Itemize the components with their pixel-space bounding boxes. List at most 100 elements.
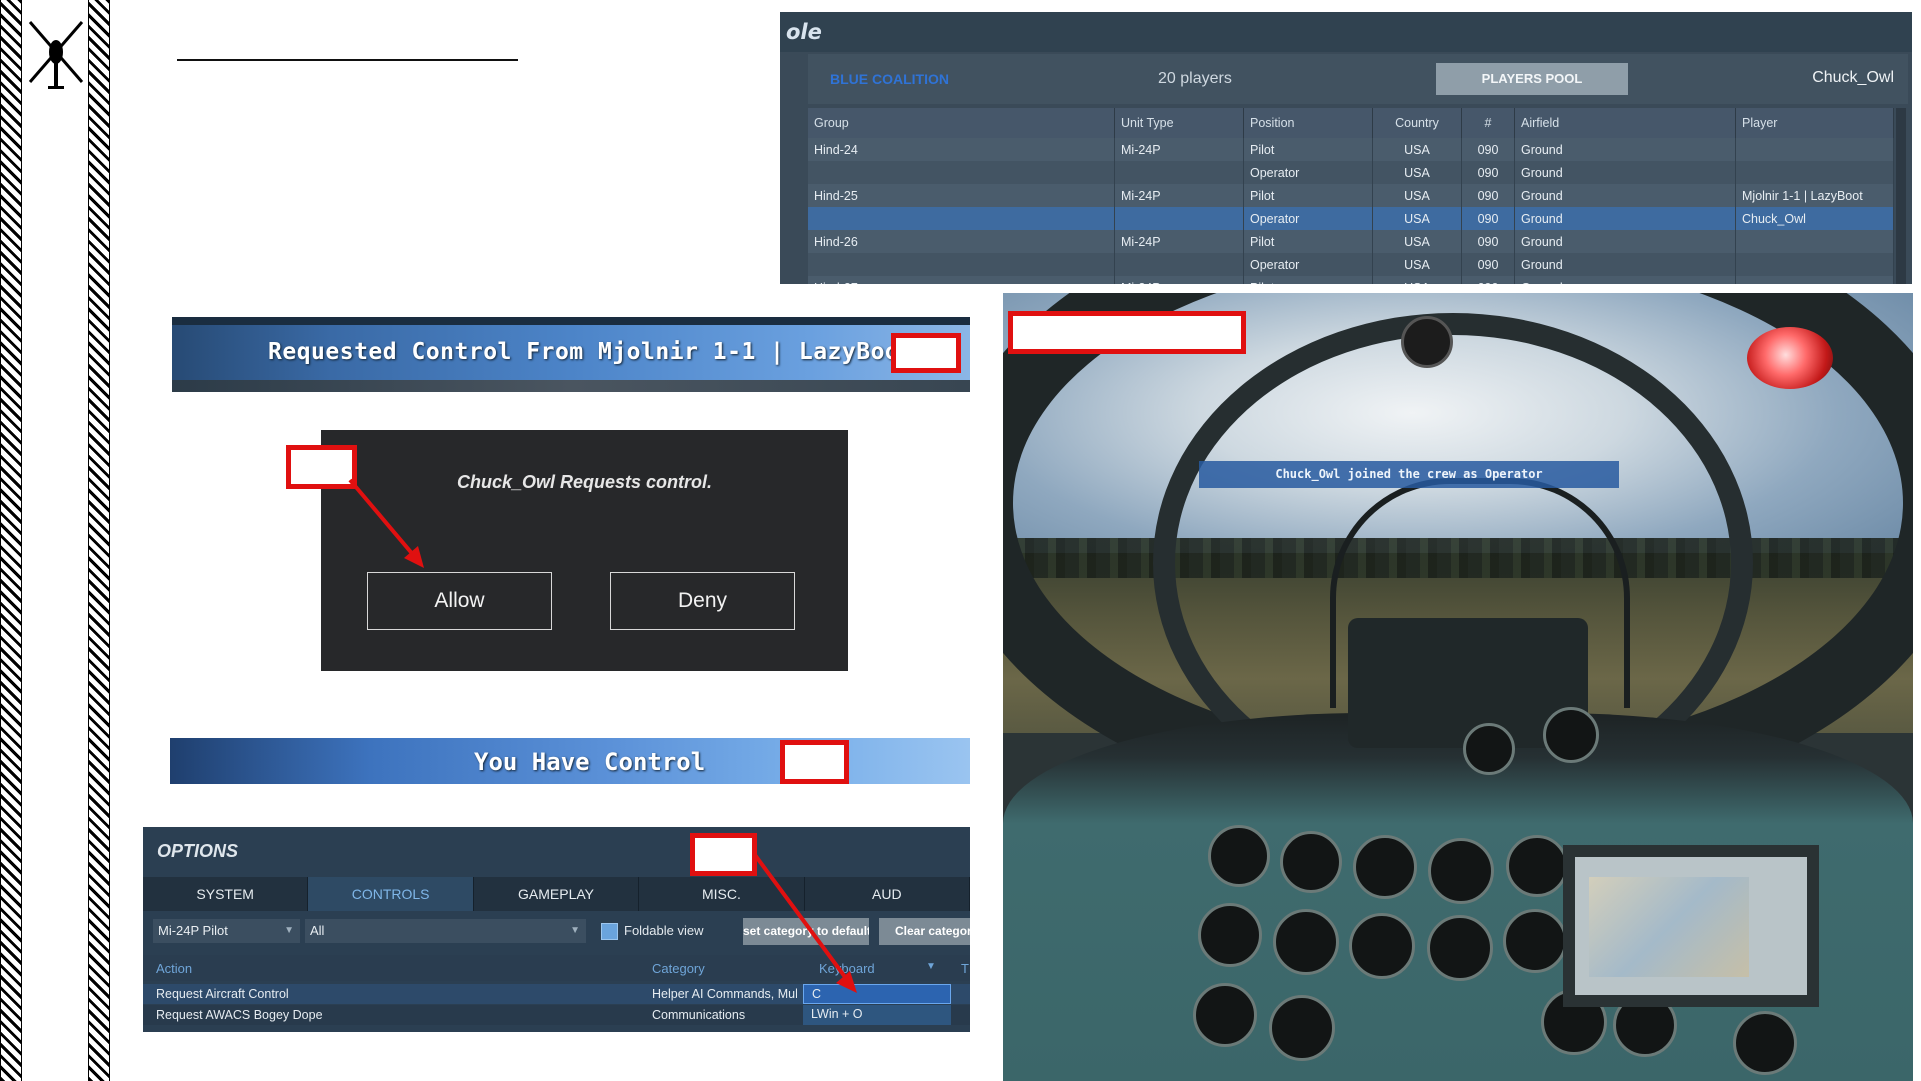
col-airfield[interactable]: Airfield: [1514, 108, 1736, 138]
compass-icon: [1401, 316, 1453, 368]
cell-unit-type: Mi-24P: [1114, 184, 1244, 207]
request-control-dialog: Chuck_Owl Requests control. Allow Deny: [321, 430, 848, 671]
table-row[interactable]: Hind-25 Mi-24P Pilot USA 090 Ground Mjol…: [808, 184, 1894, 207]
cell-unit-type: [1114, 207, 1244, 230]
cockpit-view-image: Chuck_Owl joined the crew as Operator: [1003, 293, 1913, 1081]
cell-airfield: Ground: [1514, 253, 1736, 276]
options-panel: OPTIONS SYSTEM CONTROLS GAMEPLAY MISC. A…: [143, 827, 970, 1032]
tab-controls[interactable]: CONTROLS: [308, 877, 474, 911]
binding-key-cell[interactable]: LWin + O: [803, 1005, 951, 1025]
gauge-icon: [1463, 723, 1515, 775]
binding-category: Helper AI Commands, Mul: [652, 987, 797, 1001]
sidebar-hatch-left: [0, 0, 22, 1081]
col-country[interactable]: Country: [1372, 108, 1462, 138]
allow-button[interactable]: Allow: [367, 572, 552, 630]
gauge-icon: [1503, 909, 1567, 973]
col-category[interactable]: Category: [652, 961, 705, 976]
col-number[interactable]: #: [1461, 108, 1515, 138]
request-control-text: Requested Control From Mjolnir 1-1 | Laz…: [268, 339, 914, 365]
attitude-indicator-icon: [1428, 838, 1494, 904]
tab-system[interactable]: SYSTEM: [143, 877, 309, 911]
cell-airfield: Ground: [1514, 207, 1736, 230]
cell-player: Chuck_Owl: [1735, 207, 1894, 230]
cell-group: Hind-26: [808, 230, 1115, 253]
players-pool-button[interactable]: PLAYERS POOL: [1436, 63, 1628, 95]
table-row[interactable]: Operator USA 090 Ground: [808, 161, 1894, 184]
col-action[interactable]: Action: [156, 961, 192, 976]
cell-airfield: Ground: [1514, 161, 1736, 184]
gauge-icon: [1349, 913, 1415, 979]
request-control-banner: Requested Control From Mjolnir 1-1 | Laz…: [172, 317, 970, 392]
table-row[interactable]: Hind-27 Mi-24P Pilot USA 090 Ground: [808, 276, 1894, 284]
cell-number: 090: [1461, 230, 1515, 253]
gauge-icon: [1353, 835, 1417, 899]
col-truncated[interactable]: T: [961, 961, 969, 976]
chevron-down-icon: ▼: [570, 925, 580, 936]
players-count: 20 players: [1158, 70, 1232, 87]
you-have-control-banner: You Have Control: [170, 738, 970, 784]
tab-gameplay[interactable]: GAMEPLAY: [474, 877, 640, 911]
cell-position: Pilot: [1243, 138, 1373, 161]
binding-row[interactable]: Request AWACS Bogey Dope Communications …: [143, 1005, 970, 1025]
set-category-default-button[interactable]: set category to default: [743, 918, 869, 945]
coalition-tab[interactable]: BLUE COALITION: [830, 71, 949, 87]
cell-country: USA: [1372, 161, 1462, 184]
cell-number: 090: [1461, 253, 1515, 276]
helicopter-logo-icon: [28, 21, 84, 89]
cell-unit-type: Mi-24P: [1114, 276, 1244, 284]
col-player[interactable]: Player: [1735, 108, 1894, 138]
cell-number: 090: [1461, 276, 1515, 284]
cell-group: [808, 253, 1115, 276]
deny-button[interactable]: Deny: [610, 572, 795, 630]
cell-airfield: Ground: [1514, 138, 1736, 161]
table-row[interactable]: Operator USA 090 Ground: [808, 253, 1894, 276]
tab-misc[interactable]: MISC.: [639, 877, 805, 911]
cell-airfield: Ground: [1514, 230, 1736, 253]
cell-country: USA: [1372, 184, 1462, 207]
cell-airfield: Ground: [1514, 276, 1736, 284]
bindings-header: Action Category Keyboard ▼ T: [143, 955, 970, 981]
cell-number: 090: [1461, 207, 1515, 230]
table-row[interactable]: Hind-26 Mi-24P Pilot USA 090 Ground: [808, 230, 1894, 253]
cell-country: USA: [1372, 138, 1462, 161]
cell-position: Pilot: [1243, 276, 1373, 284]
gauge-icon: [1427, 915, 1493, 981]
binding-action: Request AWACS Bogey Dope: [156, 1008, 323, 1022]
col-group[interactable]: Group: [808, 108, 1115, 138]
col-keyboard[interactable]: Keyboard: [819, 961, 875, 976]
cell-number: 090: [1461, 138, 1515, 161]
chevron-down-icon: ▼: [284, 925, 294, 936]
binding-key: LWin + O: [811, 1007, 863, 1021]
cell-unit-type: [1114, 253, 1244, 276]
roles-scrollbar[interactable]: [1896, 108, 1906, 284]
highlight-box: [1008, 311, 1246, 354]
aircraft-select-value: Mi-24P Pilot: [158, 923, 228, 938]
cell-country: USA: [1372, 276, 1462, 284]
crew-join-message: Chuck_Owl joined the crew as Operator: [1199, 461, 1619, 488]
clear-category-button[interactable]: Clear category: [879, 918, 970, 945]
binding-key-cell[interactable]: C: [803, 984, 951, 1004]
gauge-icon: [1733, 1011, 1797, 1075]
table-row-selected[interactable]: Operator USA 090 Ground Chuck_Owl: [808, 207, 1894, 230]
col-position[interactable]: Position: [1243, 108, 1373, 138]
tab-audio[interactable]: AUD: [805, 877, 970, 911]
cell-airfield: Ground: [1514, 184, 1736, 207]
binding-category: Communications: [652, 1008, 746, 1022]
cell-country: USA: [1372, 207, 1462, 230]
cell-position: Operator: [1243, 161, 1373, 184]
binding-row-selected[interactable]: Request Aircraft Control Helper AI Comma…: [143, 984, 970, 1004]
cell-country: USA: [1372, 230, 1462, 253]
highlight-box: [780, 740, 849, 784]
category-select-value: All: [310, 923, 325, 938]
cell-number: 090: [1461, 184, 1515, 207]
cell-group: [808, 207, 1115, 230]
current-player-name: Chuck_Owl: [1812, 69, 1894, 86]
category-select[interactable]: All ▼: [305, 919, 586, 943]
aircraft-select[interactable]: Mi-24P Pilot ▼: [153, 919, 300, 943]
foldable-view-checkbox[interactable]: [601, 923, 618, 940]
chevron-down-icon[interactable]: ▼: [926, 961, 936, 972]
gauge-icon: [1273, 909, 1339, 975]
role-panel-toolbar: BLUE COALITION 20 players PLAYERS POOL C…: [808, 54, 1908, 104]
table-row[interactable]: Hind-24 Mi-24P Pilot USA 090 Ground: [808, 138, 1894, 161]
col-unit-type[interactable]: Unit Type: [1114, 108, 1244, 138]
